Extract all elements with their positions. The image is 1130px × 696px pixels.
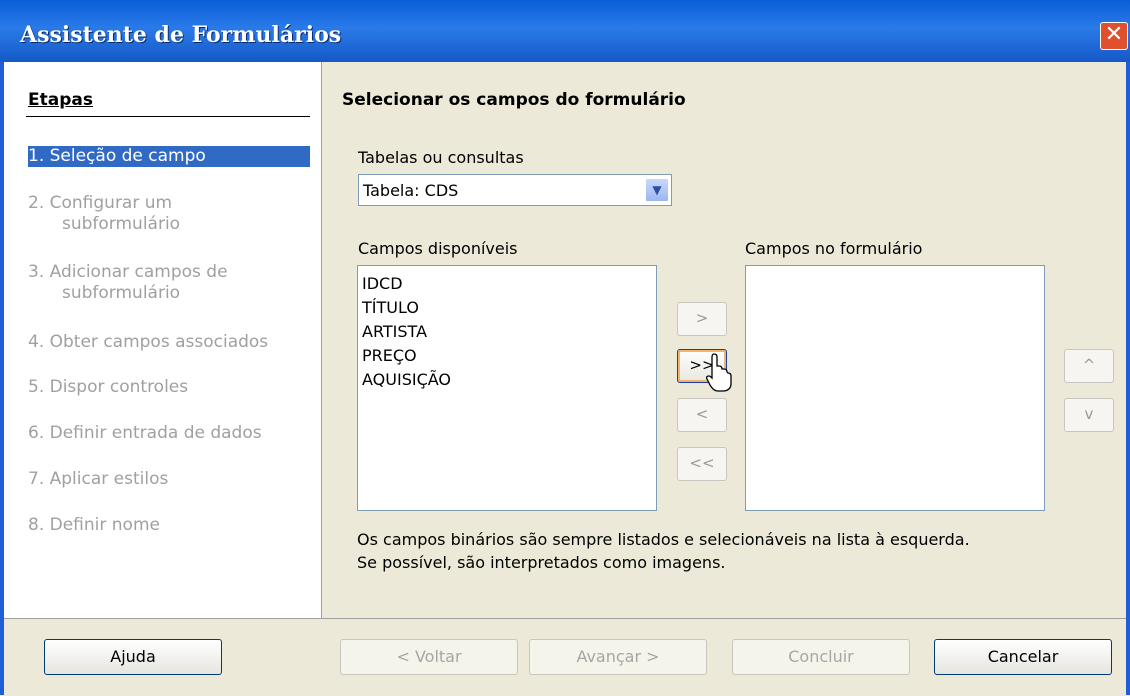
binary-fields-note: Os campos binários são sempre listados e… [357, 530, 970, 572]
step-2-subform-config[interactable]: 2. Configurar um subformulário [28, 193, 310, 235]
steps-panel: Etapas 1. Seleção de campo 2. Configurar… [4, 62, 322, 618]
back-button[interactable]: < Voltar [340, 639, 518, 675]
form-fields-label: Campos no formulário [745, 239, 923, 258]
mouse-pointer-icon [706, 353, 732, 392]
step-6-data-entry[interactable]: 6. Definir entrada de dados [28, 423, 310, 444]
remove-field-button[interactable]: < [677, 398, 727, 432]
step-1-field-selection[interactable]: 1. Seleção de campo [28, 146, 310, 167]
move-up-button[interactable]: ^ [1064, 349, 1114, 383]
steps-header-divider [26, 116, 310, 117]
steps-header: Etapas [28, 90, 93, 110]
next-button[interactable]: Avançar > [529, 639, 707, 675]
page-title: Selecionar os campos do formulário [342, 90, 686, 110]
available-fields-label: Campos disponíveis [358, 239, 518, 258]
title-bar: Assistente de Formulários ✕ [0, 0, 1130, 62]
list-item[interactable]: TÍTULO [362, 297, 419, 319]
window-title: Assistente de Formulários [20, 22, 342, 48]
list-item[interactable]: PREÇO [362, 345, 417, 367]
remove-all-fields-button[interactable]: << [677, 447, 727, 481]
step-8-set-name[interactable]: 8. Definir nome [28, 515, 310, 536]
finish-button[interactable]: Concluir [732, 639, 910, 675]
chevron-down-icon[interactable]: ▼ [645, 178, 669, 202]
step-4-joined-fields[interactable]: 4. Obter campos associados [28, 332, 310, 353]
form-fields-list[interactable] [745, 265, 1045, 511]
step-3-add-subform-fields[interactable]: 3. Adicionar campos de subformulário [28, 262, 310, 304]
tables-selected-value: Tabela: CDS [363, 181, 459, 200]
close-icon: ✕ [1104, 22, 1124, 47]
list-item[interactable]: IDCD [362, 273, 403, 295]
main-panel: Selecionar os campos do formulário Tabel… [322, 62, 1126, 618]
tables-combobox[interactable]: Tabela: CDS ▼ [358, 174, 672, 206]
window-frame-right [1126, 62, 1130, 695]
list-item[interactable]: ARTISTA [362, 321, 427, 343]
cancel-button[interactable]: Cancelar [934, 639, 1112, 675]
button-bar: Ajuda < Voltar Avançar > Concluir Cancel… [4, 618, 1126, 696]
step-5-arrange-controls[interactable]: 5. Dispor controles [28, 377, 310, 398]
tables-label: Tabelas ou consultas [358, 148, 524, 167]
add-field-button[interactable]: > [677, 302, 727, 336]
available-fields-list[interactable]: IDCD TÍTULO ARTISTA PREÇO AQUISIÇÃO [357, 265, 657, 511]
step-7-apply-styles[interactable]: 7. Aplicar estilos [28, 469, 310, 490]
move-down-button[interactable]: v [1064, 398, 1114, 432]
help-button[interactable]: Ajuda [44, 639, 222, 675]
form-wizard-dialog: Assistente de Formulários ✕ Etapas 1. Se… [0, 0, 1130, 696]
close-button[interactable]: ✕ [1100, 22, 1128, 50]
list-item[interactable]: AQUISIÇÃO [362, 369, 451, 391]
